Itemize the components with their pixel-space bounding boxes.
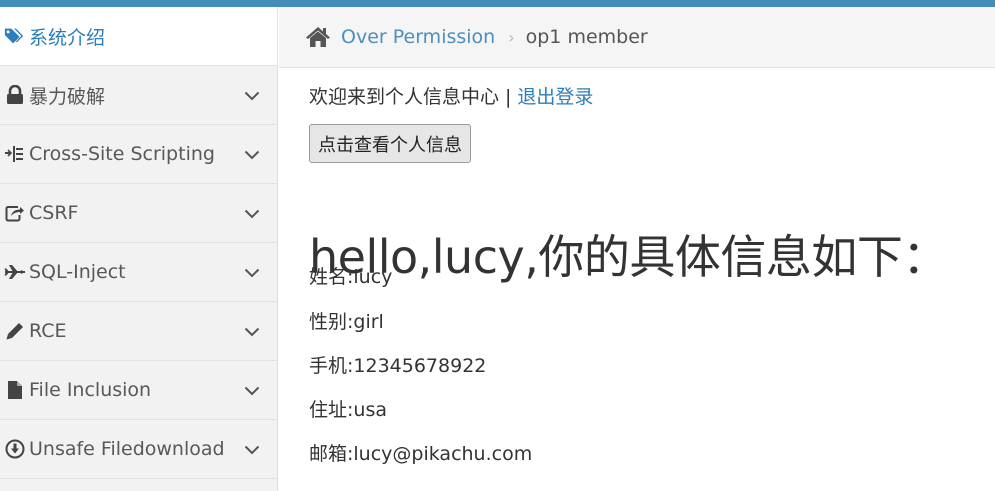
sidebar-item-sql-inject[interactable]: SQL-Inject [0,243,277,302]
sidebar-item-label: 暴力破解 [29,85,106,108]
sidebar-item-xss[interactable]: Cross-Site Scripting [0,125,277,184]
file-icon [4,380,26,400]
sidebar-item-label: CSRF [29,202,79,224]
page-title: hello,lucy,你的具体信息如下： [309,229,948,284]
chevron-down-icon [244,84,260,106]
download-circle-icon [4,439,26,459]
sidebar-item-csrf[interactable]: CSRF [0,184,277,243]
breadcrumb: Over Permission › op1 member [279,7,995,68]
sidebar-item-unsafe-filedownload[interactable]: Unsafe Filedownload [0,420,277,479]
share-icon [4,204,26,222]
welcome-separator: | [505,86,512,108]
top-accent-bar [0,0,995,7]
chevron-down-icon [244,261,260,283]
pencil-icon [4,321,26,341]
breadcrumb-separator: › [508,27,515,47]
breadcrumb-current: op1 member [525,26,648,48]
welcome-text: 欢迎来到个人信息中心 [309,86,500,108]
home-icon[interactable] [305,26,331,48]
sidebar-item-label: RCE [29,320,67,342]
sidebar-item-label: SQL-Inject [29,261,126,283]
plane-icon [4,264,26,280]
breadcrumb-link-over-permission[interactable]: Over Permission [341,26,495,48]
info-gender: 性别:girl [309,311,384,333]
sidebar-item-label: File Inclusion [29,379,152,401]
logout-link[interactable]: 退出登录 [517,86,593,108]
sidebar-item-label: Unsafe Filedownload [29,438,225,460]
sidebar-item-intro[interactable]: 系统介绍 [0,7,277,66]
chevron-down-icon [244,379,260,401]
sidebar-item-rce[interactable]: RCE [0,302,277,361]
chevron-down-icon [244,320,260,342]
view-info-button[interactable]: 点击查看个人信息 [309,124,471,163]
sidebar-item-label: Cross-Site Scripting [29,143,215,165]
info-name: 姓名:lucy [309,266,393,288]
chevron-down-icon [244,143,260,165]
welcome-line: 欢迎来到个人信息中心 | 退出登录 [309,82,593,109]
info-address: 住址:usa [309,399,387,421]
lock-icon [4,85,26,105]
chevron-down-icon [244,202,260,224]
tags-icon [4,26,26,46]
sidebar: 系统介绍 暴力破解 Cross-Site Scripting CSRF SQL-… [0,7,278,491]
chevron-down-icon [244,438,260,460]
sidebar-item-file-inclusion[interactable]: File Inclusion [0,361,277,420]
info-phone: 手机:12345678922 [309,355,487,377]
info-email: 邮箱:lucy@pikachu.com [309,443,533,465]
indent-list-icon [4,145,26,163]
sidebar-item-label: 系统介绍 [29,26,106,49]
sidebar-item-brute-force[interactable]: 暴力破解 [0,66,277,125]
